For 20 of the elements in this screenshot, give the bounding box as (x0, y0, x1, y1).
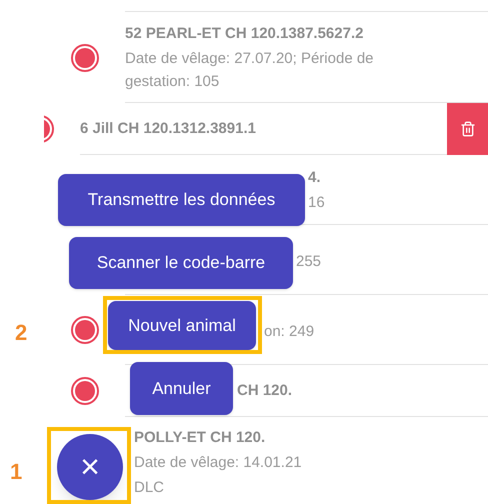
step-number: 1 (10, 458, 22, 486)
animal-details: 255 (296, 252, 322, 272)
animal-title: 6 Jill CH 120.1312.3891.1 (80, 119, 256, 139)
menu-action-button[interactable]: Scanner le code-barre (69, 237, 293, 289)
animal-details: 16 (308, 192, 326, 212)
menu-action-button[interactable]: Nouvel animal (108, 301, 256, 350)
animal-title: 52 PEARL-ET CH 120.1387.5627.2 (125, 24, 364, 44)
close-fab-button[interactable]: × (57, 434, 123, 500)
animal-title: CH 120. (237, 381, 292, 401)
menu-action-button[interactable]: Transmettre les données (58, 174, 305, 226)
animal-details: on: 249 (264, 322, 316, 342)
step-number: 2 (15, 319, 28, 347)
animal-title: POLLY-ET CH 120. (134, 428, 266, 448)
animal-details: Date de vêlage: 27.07.20; Période de gestation: 105 (125, 48, 375, 92)
menu-action-button[interactable]: Annuler (130, 362, 233, 415)
delete-button[interactable] (447, 103, 488, 155)
animal-title: 4. (308, 168, 321, 188)
animal-details: DLC (134, 478, 166, 498)
trash-icon (460, 121, 476, 137)
animal-details: Date de vêlage: 14.01.21 (134, 453, 303, 473)
